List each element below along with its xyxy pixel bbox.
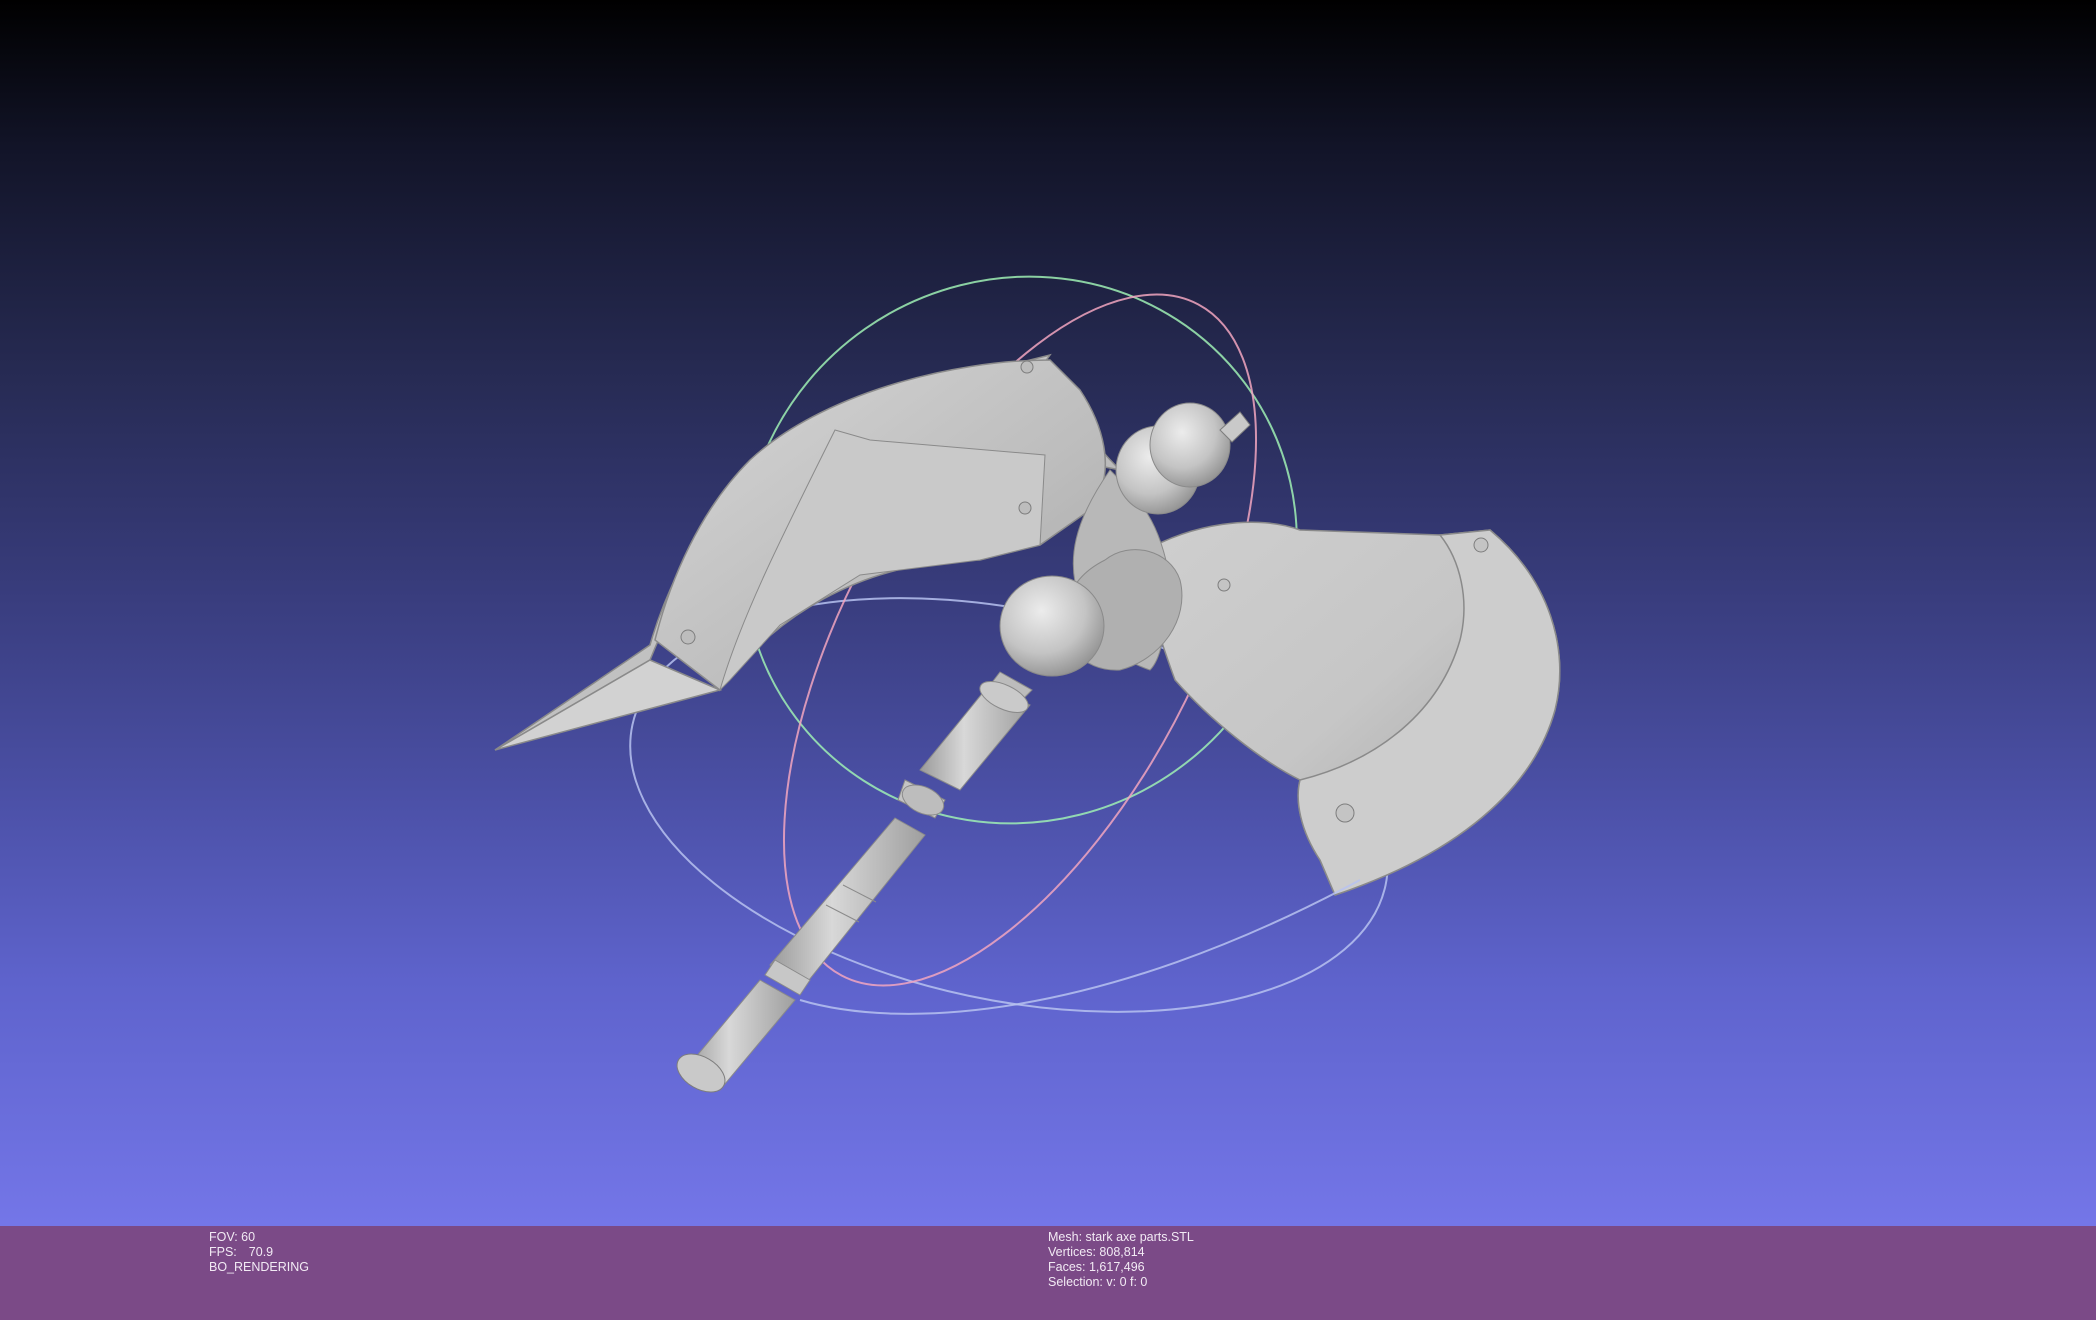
axe-right-blade	[1129, 521, 1561, 896]
vertices-text: Vertices: 808,814	[1048, 1245, 1145, 1259]
fps-label: FPS:	[209, 1245, 237, 1259]
fps-text: FPS: 70.9	[209, 1245, 309, 1260]
render-mode-text: BO_RENDERING	[209, 1260, 310, 1274]
trackball-ring-front	[799, 879, 1361, 1015]
faces-text: Faces: 1,617,496	[1048, 1260, 1145, 1274]
fov-text: FOV: 60	[209, 1230, 256, 1244]
selection-text: Selection: v: 0 f: 0	[1048, 1275, 1148, 1289]
3d-viewport[interactable]	[0, 0, 2096, 1226]
mesh-info: Mesh: stark axe parts.STL Vertices: 808,…	[1048, 1230, 1194, 1290]
render-info: FOV: 60 FPS: 70.9 BO_RENDERING	[209, 1230, 309, 1275]
fps-value: 70.9	[248, 1245, 274, 1259]
scene	[494, 275, 1561, 1093]
mesh-name-text: Mesh: stark axe parts.STL	[1048, 1230, 1194, 1244]
